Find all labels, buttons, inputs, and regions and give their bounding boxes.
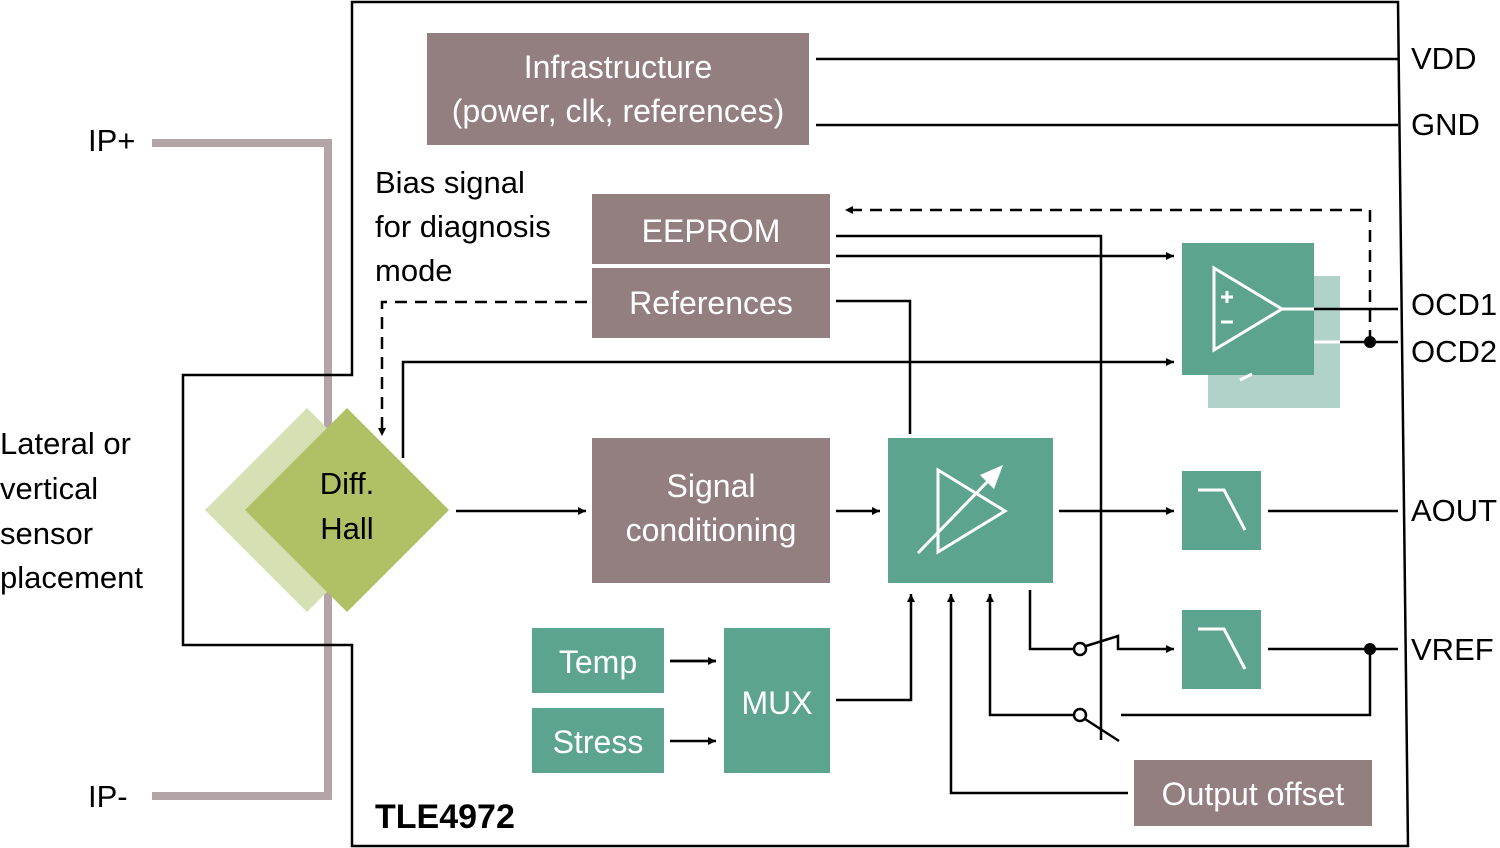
pin-vref: VREF bbox=[1411, 632, 1494, 667]
eeprom-label: EEPROM bbox=[642, 213, 781, 249]
infrastructure-label-1: Infrastructure bbox=[524, 49, 713, 85]
infrastructure-label-2: (power, clk, references) bbox=[452, 93, 785, 129]
stress-label: Stress bbox=[553, 724, 644, 760]
vref-feedback-line bbox=[986, 594, 1074, 717]
pin-ocd2: OCD2 bbox=[1411, 334, 1497, 369]
aout-filter-block bbox=[1182, 471, 1261, 550]
pin-ocd1: OCD1 bbox=[1411, 287, 1497, 322]
placement-label-3: sensor bbox=[0, 516, 93, 551]
pin-ip-minus: IP- bbox=[88, 779, 128, 814]
pin-ip-plus: IP+ bbox=[88, 123, 135, 158]
chip-name: TLE4972 bbox=[375, 798, 515, 836]
supply-lines bbox=[816, 57, 1398, 127]
pin-gnd: GND bbox=[1411, 107, 1480, 142]
placement-label-1: Lateral or bbox=[0, 426, 131, 461]
switch-1-input bbox=[1028, 590, 1074, 651]
block-diagram: Diff. Hall Infrastructure (power, clk, r… bbox=[0, 0, 1497, 848]
pin-aout: AOUT bbox=[1411, 493, 1497, 528]
signal-conditioning-label-1: Signal bbox=[667, 468, 756, 504]
mux-input-lines bbox=[670, 659, 716, 741]
references-label: References bbox=[629, 285, 793, 321]
signal-conditioning-label-2: conditioning bbox=[626, 512, 797, 548]
switch-1-output bbox=[1085, 634, 1174, 653]
bias-label-1: Bias signal bbox=[375, 165, 525, 200]
references-line bbox=[836, 299, 912, 434]
junction-dot bbox=[1364, 643, 1376, 655]
mux-output-line bbox=[836, 594, 915, 702]
mux-label: MUX bbox=[741, 685, 812, 721]
signal-conditioning-block bbox=[592, 438, 830, 583]
placement-label-2: vertical bbox=[0, 471, 98, 506]
amplifier-block bbox=[888, 438, 1053, 583]
placement-label-4: placement bbox=[0, 560, 143, 595]
junction-dot bbox=[1364, 336, 1376, 348]
vref-filter-block bbox=[1182, 610, 1261, 689]
hall-label-2: Hall bbox=[320, 511, 373, 546]
bias-signal-line bbox=[378, 300, 587, 436]
switch-icon bbox=[1072, 707, 1088, 723]
switch-icon bbox=[1072, 641, 1088, 657]
hall-sensor bbox=[245, 408, 449, 612]
hall-label-1: Diff. bbox=[320, 466, 375, 501]
bias-label-2: for diagnosis bbox=[375, 209, 551, 244]
output-offset-label: Output offset bbox=[1162, 776, 1345, 812]
pin-vdd: VDD bbox=[1411, 41, 1476, 76]
bias-label-3: mode bbox=[375, 253, 453, 288]
temp-label: Temp bbox=[559, 644, 637, 680]
